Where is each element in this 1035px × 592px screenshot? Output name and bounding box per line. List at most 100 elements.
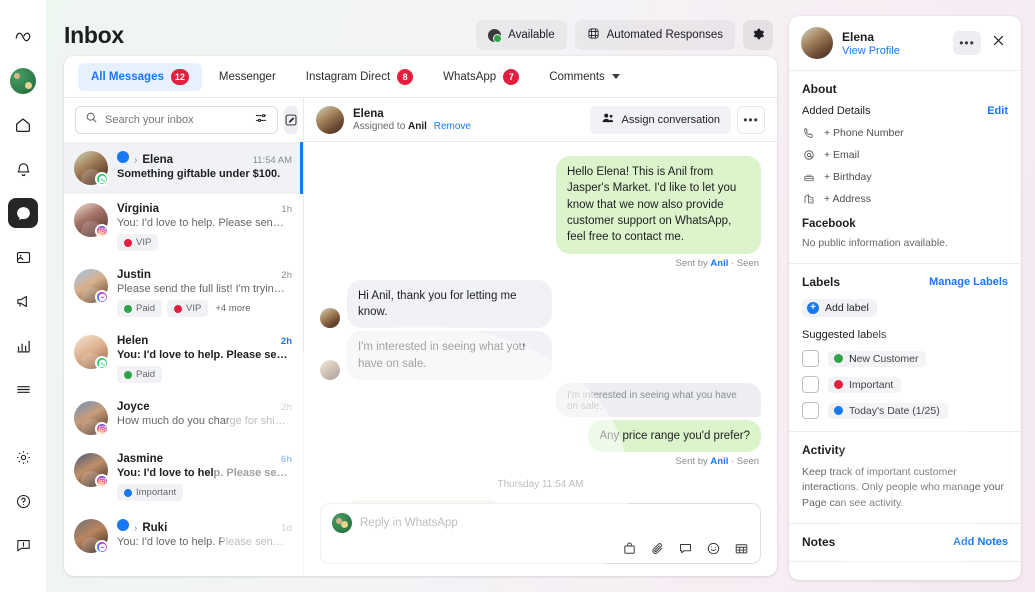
conversation-tag-more[interactable]: +4 more [213,300,252,317]
added-details-row: Added Details Edit [802,105,1008,117]
add-phone-number-row[interactable]: + Phone Number [802,127,1008,139]
contact-avatar [801,27,833,59]
close-icon [991,33,1006,53]
conversation-item-justin[interactable]: Justin 2h Please send the full list! I'm… [64,260,303,326]
tab-instagram-direct[interactable]: Instagram Direct 8 [293,63,426,91]
wa-channel-icon [95,356,109,370]
quick-reply-bubble-icon[interactable] [678,541,693,556]
conversation-item-virginia[interactable]: Virginia 1h You: I'd love to help. Pleas… [64,194,303,260]
assign-conversation-button[interactable]: Assign conversation [589,105,731,134]
help-question-icon[interactable] [8,486,38,516]
message-bubble[interactable]: Hi Anil, thank you for letting me know. [347,279,552,329]
suggested-label-checkbox[interactable] [802,350,819,368]
edit-details-link[interactable]: Edit [987,105,1008,117]
tab-all-messages[interactable]: All Messages 12 [78,62,202,91]
tab-whatsapp-label: WhatsApp [443,70,497,83]
add-birthday-row[interactable]: + Birthday [802,171,1008,183]
tab-all-messages-label: All Messages [91,70,164,83]
search-box[interactable] [75,106,278,134]
all-tools-menu-icon[interactable] [8,374,38,404]
added-details-label: Added Details [802,105,871,117]
assigned-prefix: Assigned to [353,120,406,132]
contact-identity: Elena View Profile [842,30,900,57]
filter-sliders-icon[interactable] [254,111,268,130]
suggested-label-checkbox[interactable] [802,376,819,394]
composer-page-avatar [332,513,352,533]
address-home-icon [802,193,815,205]
availability-button[interactable]: Available [476,20,567,50]
tab-instagram-direct-badge: 8 [397,68,414,85]
conversation-tag[interactable]: Important [117,484,184,501]
page-avatar[interactable] [8,66,38,96]
conversation-preview: You: I'd love to help. Please send me s.… [117,349,289,361]
tab-messenger[interactable]: Messenger [206,63,289,91]
page-title: Inbox [64,21,124,48]
view-profile-link[interactable]: View Profile [842,45,900,57]
message-delivery-status: Sent by Anil · Seen [675,257,759,269]
assignee-name: Anil [408,120,427,132]
conversation-preview: Something giftable under $100. [117,168,281,180]
add-birthday-label: + Birthday [824,171,872,183]
thread-actions: Assign conversation ••• [589,105,765,134]
contact-name: Elena [842,29,875,44]
email-icon [802,149,815,161]
settings-gear-icon[interactable] [8,442,38,472]
content-icon[interactable] [8,242,38,272]
conversation-tag[interactable]: VIP [167,300,209,317]
label-color-dot [834,354,843,364]
conversation-tag[interactable]: Paid [117,366,163,383]
add-email-row[interactable]: + Email [802,149,1008,161]
conversation-top: › Elena 11:54 AM [117,151,292,166]
tab-whatsapp[interactable]: WhatsApp 7 [430,63,532,91]
tab-comments[interactable]: Comments [536,63,633,91]
add-label-button[interactable]: + Add label [802,299,877,318]
thread-identity: Elena Assigned to Anil Remove [353,108,471,132]
avatar [74,401,109,436]
conversation-top: Justin 2h [117,269,292,281]
assign-person-icon [601,111,615,128]
attachment-paperclip-icon[interactable] [650,541,665,556]
home-icon[interactable] [8,110,38,140]
conversation-name: Joyce [117,401,150,413]
saved-replies-icon[interactable] [622,541,637,556]
insights-bar-chart-icon[interactable] [8,330,38,360]
gear-icon [751,27,765,44]
thread-more-button[interactable]: ••• [737,105,765,134]
search-input[interactable] [105,114,247,126]
message-row: Hello Elena! This is Anil from Jasper's … [320,156,761,254]
conversation-tag[interactable]: Paid [117,300,163,317]
add-address-label: + Address [824,193,871,205]
feedback-icon[interactable] [8,530,38,560]
message-sender: Anil [710,456,729,468]
automated-responses-button[interactable]: Automated Responses [574,20,735,50]
conversation-time: 2h [280,336,292,347]
suggested-label-checkbox[interactable] [802,402,819,420]
compose-pencil-icon[interactable] [284,106,298,134]
avatar [74,453,109,488]
emoji-smiley-icon[interactable] [706,541,721,556]
inbox-settings-button[interactable] [743,20,773,50]
contact-more-button[interactable]: ••• [953,31,981,55]
inbox-chat-icon[interactable] [8,198,38,228]
remove-assignee-link[interactable]: Remove [434,121,471,132]
message-bubble[interactable]: Hello Elena! This is Anil from Jasper's … [556,156,761,254]
conversation-tag[interactable]: VIP [117,234,159,251]
conversation-tags: VIP [117,234,292,251]
manage-labels-link[interactable]: Manage Labels [929,276,1008,288]
product-catalog-icon[interactable] [734,541,749,556]
meta-logo-icon[interactable] [8,22,38,52]
avatar [74,151,109,186]
about-section: About Added Details Edit + Phone Number [789,71,1021,265]
conversation-item-elena[interactable]: › Elena 11:54 AM Something giftable unde… [64,142,303,194]
ads-megaphone-icon[interactable] [8,286,38,316]
conversation-tags: Paid VIP +4 more [117,300,292,317]
chevron-down-icon [611,74,620,79]
notifications-bell-icon[interactable] [8,154,38,184]
automated-responses-label: Automated Responses [606,29,723,41]
tab-messenger-label: Messenger [218,70,276,83]
conversation-name: Virginia [117,203,159,215]
phone-icon [802,127,815,139]
add-address-row[interactable]: + Address [802,193,1008,205]
add-label-text: Add label [825,302,869,315]
close-panel-button[interactable] [987,32,1009,54]
